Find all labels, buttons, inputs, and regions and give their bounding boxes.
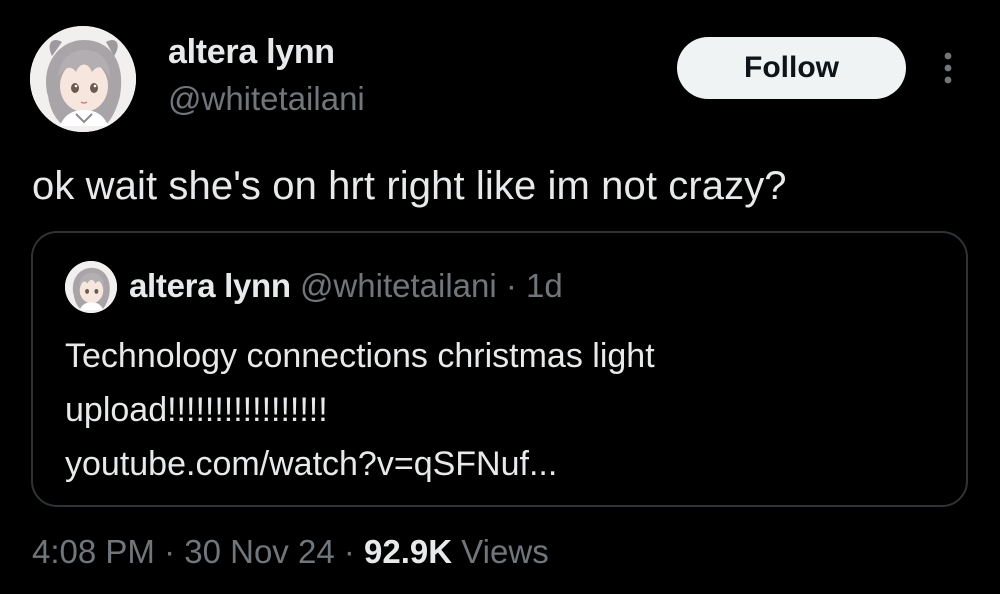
meta-separator: · (164, 533, 176, 570)
tweet-date[interactable]: 30 Nov 24 (184, 533, 334, 570)
tweet-time[interactable]: 4:08 PM (32, 533, 155, 570)
meta-separator: · (343, 533, 355, 570)
quote-link[interactable]: youtube.com/watch?v=qSFNuf... (65, 437, 925, 491)
author-name[interactable]: altera lynn (168, 33, 335, 72)
more-options-button[interactable] (930, 48, 966, 88)
quote-text-line: Technology connections christmas light (65, 337, 655, 375)
views-count: 92.9K (364, 533, 453, 570)
tweet-text: ok wait she's on hrt right like im not c… (32, 164, 787, 208)
quote-author-avatar[interactable] (65, 261, 117, 313)
quote-timestamp[interactable]: 1d (526, 267, 563, 304)
follow-button[interactable]: Follow (677, 37, 906, 99)
quote-text: Technology connections christmas light u… (65, 329, 925, 491)
views-label: Views (461, 533, 549, 570)
author-handle[interactable]: @whitetailani (168, 80, 365, 118)
author-avatar[interactable] (30, 26, 136, 132)
anime-girl-avatar-icon (65, 261, 117, 313)
quote-text-line: upload!!!!!!!!!!!!!!!!! (65, 391, 328, 429)
quoted-tweet-card[interactable]: altera lynn @whitetailani · 1d Technolog… (31, 231, 968, 507)
quote-author-handle[interactable]: @whitetailani (300, 267, 497, 304)
quote-author-name[interactable]: altera lynn (129, 267, 291, 304)
anime-girl-avatar-icon (30, 26, 136, 132)
quote-header: altera lynn @whitetailani · 1d (129, 267, 563, 305)
tweet-meta: 4:08 PM · 30 Nov 24 · 92.9K Views (32, 533, 549, 571)
tweet: altera lynn @whitetailani Follow ok wait… (0, 0, 1000, 594)
more-vertical-icon (944, 52, 952, 84)
quote-separator: · (505, 267, 517, 304)
